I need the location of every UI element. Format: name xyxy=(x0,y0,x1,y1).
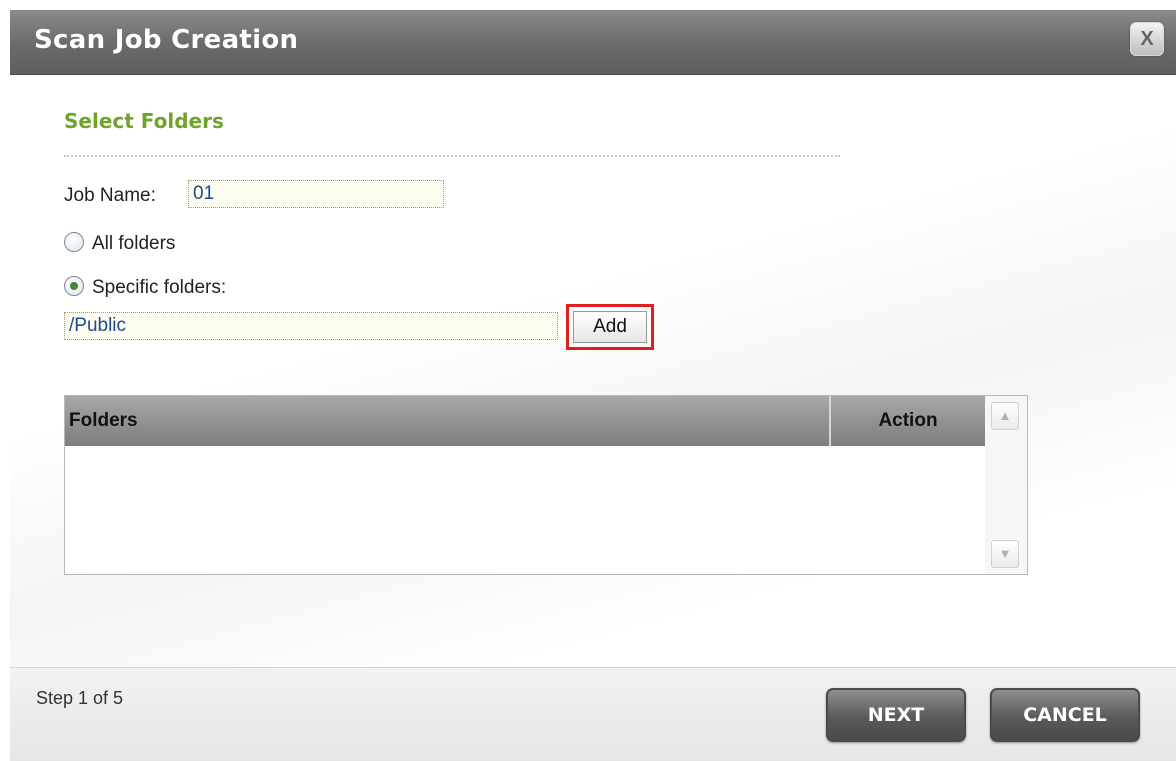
next-button[interactable]: NEXT xyxy=(826,688,966,742)
scan-job-dialog: Scan Job Creation X Select Folders Job N… xyxy=(0,0,1176,761)
dialog-content: Select Folders Job Name: All folders Spe… xyxy=(10,75,1176,667)
column-header-action[interactable]: Action xyxy=(831,396,985,446)
cancel-button[interactable]: CANCEL xyxy=(990,688,1140,742)
folders-table: Folders Action ▲ ▼ xyxy=(64,395,1028,575)
table-header: Folders Action xyxy=(65,396,985,446)
add-button[interactable]: Add xyxy=(573,311,647,343)
scroll-down-icon[interactable]: ▼ xyxy=(991,540,1019,568)
job-name-input[interactable] xyxy=(188,180,444,208)
specific-folders-radio[interactable] xyxy=(64,276,84,296)
folder-path-input[interactable] xyxy=(64,312,558,340)
section-title: Select Folders xyxy=(64,109,224,133)
dialog-footer: Step 1 of 5 NEXT CANCEL xyxy=(10,667,1176,761)
add-button-highlight: Add xyxy=(566,304,654,350)
all-folders-radio[interactable] xyxy=(64,232,84,252)
job-name-label: Job Name: xyxy=(64,185,156,206)
close-button[interactable]: X xyxy=(1130,22,1164,56)
specific-folders-label: Specific folders: xyxy=(92,277,227,298)
close-icon: X xyxy=(1140,27,1154,50)
column-header-folders[interactable]: Folders xyxy=(69,396,138,446)
scroll-up-icon[interactable]: ▲ xyxy=(991,402,1019,430)
step-indicator: Step 1 of 5 xyxy=(36,688,124,708)
dialog-title-bar: Scan Job Creation X xyxy=(10,10,1176,75)
all-folders-label: All folders xyxy=(92,233,176,254)
dialog-title: Scan Job Creation xyxy=(34,25,299,55)
section-divider xyxy=(64,155,840,157)
table-scrollbar[interactable]: ▲ ▼ xyxy=(985,396,1027,574)
